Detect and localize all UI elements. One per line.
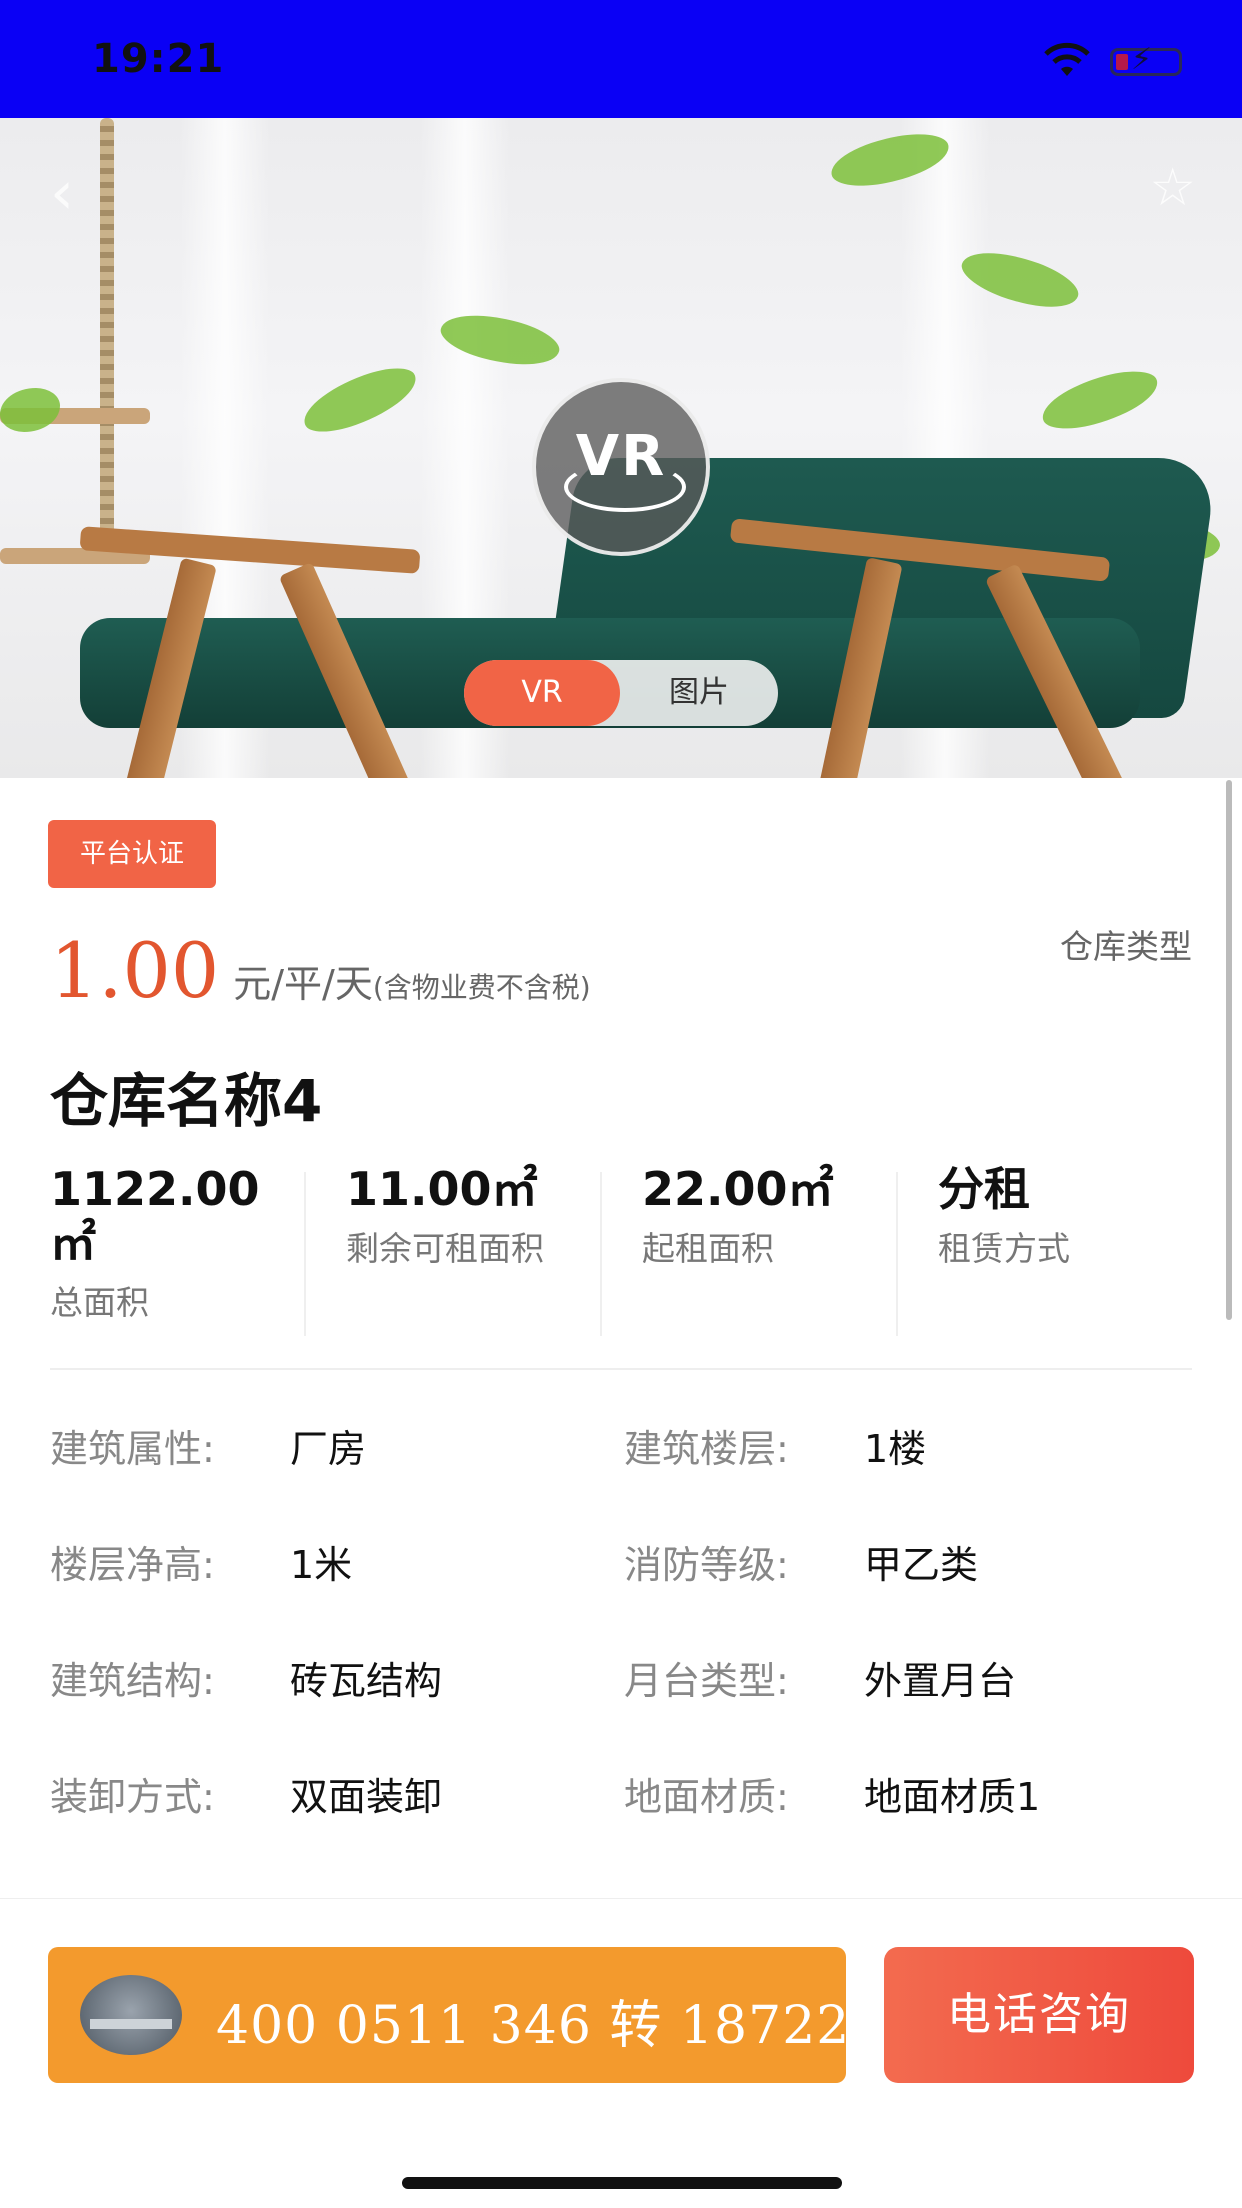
vr-rotate-icon [564,462,686,512]
stat-label: 租赁方式 [938,1229,1070,1268]
stat-total-area: 1122.00㎡ 总面积 [50,1162,300,1342]
price-note: (含物业费不含税) [372,971,591,1004]
stat-value: 分租 [938,1162,1030,1216]
property-label: 地面材质: [624,1775,789,1819]
property-label: 建筑结构: [50,1659,215,1703]
phone-number-bar[interactable]: 400 0511 346 转 18722 [48,1947,849,2083]
property-value: 甲乙类 [864,1543,979,1587]
scrollbar[interactable] [1226,780,1232,1320]
property-label: 消防等级: [624,1543,789,1587]
status-icons: ⚡ [1042,42,1192,82]
star-icon[interactable]: ☆ [1149,158,1196,218]
toggle-pictures-tab[interactable]: 图片 [620,660,778,726]
property-label: 建筑属性: [50,1427,215,1471]
phone-consult-button[interactable]: 电话咨询 [884,1947,1194,2083]
price-unit: 元/平/天 [233,962,373,1006]
property-item: 建筑属性: 厂房 [50,1418,366,1473]
property-row: 建筑结构: 砖瓦结构 月台类型: 外置月台 [50,1650,1192,1766]
property-item: 建筑楼层: 1楼 [624,1418,926,1473]
property-value: 砖瓦结构 [290,1659,443,1703]
price-value: 1.00 [50,926,220,1015]
phone-number: 400 0511 346 转 18722 [216,1996,851,2056]
property-item: 地面材质: 地面材质1 [624,1766,1040,1821]
vr-play-button[interactable]: VR [532,378,710,556]
stat-value: 22.00㎡ [642,1162,834,1216]
property-label: 装卸方式: [50,1775,215,1819]
status-time: 19:21 [92,36,225,82]
property-value: 双面装卸 [290,1775,443,1819]
stat-available-area: 11.00㎡ 剩余可租面积 [346,1162,626,1342]
property-label: 建筑楼层: [624,1427,789,1471]
toggle-vr-tab[interactable]: VR [464,660,620,726]
stat-value: 11.00㎡ [346,1162,538,1216]
stat-label: 剩余可租面积 [346,1229,544,1268]
property-row: 建筑属性: 厂房 建筑楼层: 1楼 [50,1418,1192,1534]
divider [50,1368,1192,1370]
property-label: 月台类型: [624,1659,789,1703]
property-value: 1米 [290,1543,353,1587]
property-item: 月台类型: 外置月台 [624,1650,1016,1705]
property-list: 建筑属性: 厂房 建筑楼层: 1楼 楼层净高: 1米 消防等级: 甲乙类 建筑结构: 砖瓦… [50,1418,1192,1882]
listing-title: 仓库名称4 [50,1067,323,1135]
property-value: 厂房 [290,1427,367,1471]
stat-lease-method: 分租 租赁方式 [938,1162,1218,1342]
home-indicator[interactable] [402,2177,842,2189]
media-toggle: VR 图片 [464,660,778,726]
swing-rope [100,118,114,548]
area-stats: 1122.00㎡ 总面积 11.00㎡ 剩余可租面积 22.00㎡ 起租面积 分… [50,1162,1192,1342]
stat-label: 总面积 [50,1283,149,1322]
price-row: 1.00 元/平/天(含物业费不含税) [50,926,591,1016]
listing-details: 平台认证 1.00 元/平/天(含物业费不含税) 仓库类型 仓库名称4 1122.… [0,778,1242,1898]
property-value: 地面材质1 [864,1775,1041,1819]
stat-min-rent-area: 22.00㎡ 起租面积 [642,1162,922,1342]
battery-icon: ⚡ [1110,45,1182,76]
warehouse-type-label: 仓库类型 [1060,927,1192,966]
status-bar: 19:21 ⚡ [0,0,1242,118]
back-icon[interactable]: ‹ [50,158,74,228]
property-item: 消防等级: 甲乙类 [624,1534,978,1589]
hero-image[interactable]: ‹ ☆ VR VR 图片 [0,118,1242,778]
property-item: 楼层净高: 1米 [50,1534,352,1589]
stat-value: 1122.00㎡ [50,1162,260,1270]
wifi-icon [1044,42,1090,76]
warehouse-thumbnail [80,1975,182,2055]
property-row: 装卸方式: 双面装卸 地面材质: 地面材质1 [50,1766,1192,1882]
property-item: 装卸方式: 双面装卸 [50,1766,442,1821]
property-value: 外置月台 [864,1659,1017,1703]
property-value: 1楼 [864,1427,927,1471]
bottom-action-bar: 400 0511 346 转 18722 电话咨询 [0,1898,1242,2208]
stat-label: 起租面积 [642,1229,774,1268]
platform-certified-badge: 平台认证 [48,820,216,888]
property-row: 楼层净高: 1米 消防等级: 甲乙类 [50,1534,1192,1650]
property-label: 楼层净高: [50,1543,215,1587]
property-item: 建筑结构: 砖瓦结构 [50,1650,442,1705]
